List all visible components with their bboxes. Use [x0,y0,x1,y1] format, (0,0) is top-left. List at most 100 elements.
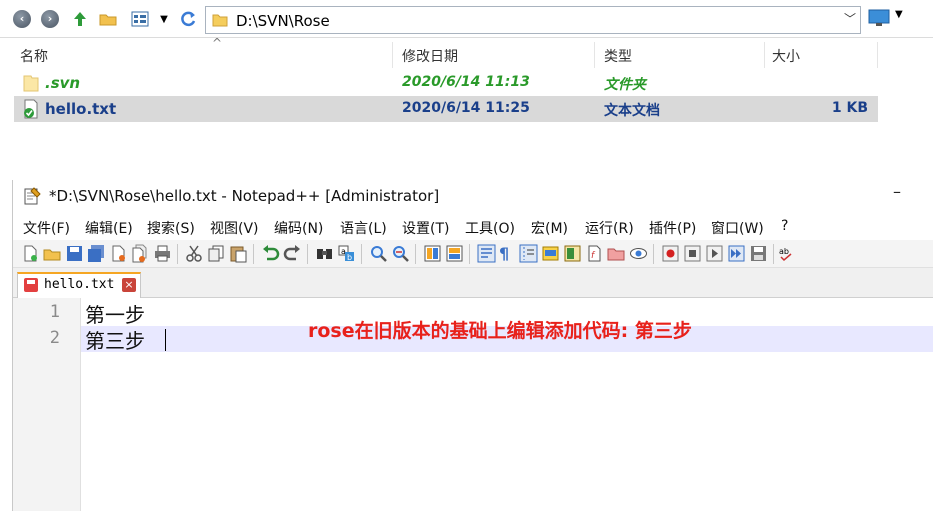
folder-icon [212,14,228,27]
user-defined-lang-icon[interactable] [541,244,560,263]
toolbar-separator [253,244,254,264]
save-all-icon[interactable] [87,244,106,263]
monitor-icon[interactable] [868,9,890,27]
svg-text:b: b [347,253,352,262]
toolbar-separator [307,244,308,264]
stop-macro-icon[interactable] [683,244,702,263]
file-type: 文本文档 [604,103,660,119]
file-row-hello[interactable]: hello.txt 2020/6/14 11:25 文本文档 1 KB [14,96,878,122]
open-file-icon[interactable] [43,244,62,263]
code-line[interactable]: 第一步 [85,299,145,328]
copy-icon[interactable] [207,244,226,263]
up-folder-button[interactable] [70,9,90,29]
up-arrow-icon [74,12,86,26]
view-grid-button[interactable] [130,9,150,29]
menu-search[interactable]: 搜索(S) [147,218,195,238]
new-file-icon[interactable] [21,244,40,263]
run-macro-multiple-icon[interactable] [727,244,746,263]
refresh-button[interactable] [178,9,198,29]
notepad-plus-plus-window: *D:\SVN\Rose\hello.txt - Notepad++ [Admi… [12,180,933,511]
file-date: 2020/6/14 11:13 [402,74,530,90]
new-folder-button[interactable] [98,9,118,29]
sync-vertical-icon[interactable] [423,244,442,263]
doc-map-icon[interactable] [563,244,582,263]
replace-icon[interactable]: ab [337,244,356,263]
column-date[interactable]: 修改日期 [402,46,458,66]
find-icon[interactable] [315,244,334,263]
menu-bar: 文件(F) 编辑(E) 搜索(S) 视图(V) 编码(N) 语言(L) 设置(T… [13,216,933,240]
folder-icon [99,14,117,26]
close-icon[interactable]: × [122,278,136,292]
redo-icon[interactable] [283,244,302,263]
record-macro-icon[interactable] [661,244,680,263]
toolbar-separator [177,244,178,264]
file-explorer: ‹ › ▼ D:\SVN\Rose ﹀ ▼ ^ 名称 修改日期 类型 大小 .s… [0,0,933,180]
line-number: 1 [49,302,60,322]
toolbar-separator [773,244,774,264]
menu-help[interactable]: ? [781,218,788,234]
toolbar-separator [415,244,416,264]
chevron-down-icon[interactable]: ▼ [895,9,903,20]
menu-run[interactable]: 运行(R) [585,218,634,238]
menu-macro[interactable]: 宏(M) [531,218,568,238]
folder-workspace-icon[interactable] [607,244,626,263]
back-button[interactable]: ‹ [12,9,32,29]
undo-icon[interactable] [261,244,280,263]
file-size: 1 KB [831,100,868,116]
line-number: 2 [49,328,60,348]
spell-check-icon[interactable]: ab [779,244,793,263]
column-name[interactable]: 名称 [20,46,48,66]
function-list-icon[interactable]: f [585,244,604,263]
menu-settings[interactable]: 设置(T) [402,218,449,238]
menu-view[interactable]: 视图(V) [210,218,259,238]
tab-hello-txt[interactable]: hello.txt × [17,272,141,299]
column-divider[interactable] [877,42,878,68]
text-caret [165,329,166,351]
menu-edit[interactable]: 编辑(E) [85,218,133,238]
toolbar-separator [361,244,362,264]
folder-icon [23,75,39,92]
code-line[interactable]: 第三步 [85,325,145,354]
file-name: hello.txt [45,100,117,118]
file-row-svn[interactable]: .svn 2020/6/14 11:13 文件夹 [14,70,878,96]
close-all-icon[interactable] [131,244,150,263]
menu-language[interactable]: 语言(L) [340,218,387,238]
column-divider[interactable] [594,42,595,68]
column-divider[interactable] [392,42,393,68]
column-type[interactable]: 类型 [604,46,632,66]
print-icon[interactable] [153,244,172,263]
explorer-toolbar: ‹ › ▼ D:\SVN\Rose ﹀ ▼ [0,0,933,38]
svg-text:ab: ab [779,247,789,256]
word-wrap-icon[interactable] [477,244,496,263]
save-macro-icon[interactable] [749,244,768,263]
forward-button[interactable]: › [40,9,60,29]
play-macro-icon[interactable] [705,244,724,263]
menu-plugins[interactable]: 插件(P) [649,218,696,238]
unsaved-file-icon [24,278,38,292]
show-all-chars-icon[interactable]: ¶ [499,244,518,263]
zoom-in-icon[interactable] [369,244,388,263]
menu-encoding[interactable]: 编码(N) [274,218,323,238]
menu-tools[interactable]: 工具(O) [465,218,515,238]
indent-guide-icon[interactable] [519,244,538,263]
address-bar[interactable]: D:\SVN\Rose ﹀ [205,6,861,34]
menu-file[interactable]: 文件(F) [23,218,70,238]
sync-horizontal-icon[interactable] [445,244,464,263]
tab-strip: hello.txt × [13,268,933,299]
paste-icon[interactable] [229,244,248,263]
menu-window[interactable]: 窗口(W) [711,218,764,238]
monitoring-eye-icon[interactable] [629,244,648,263]
title-bar[interactable]: *D:\SVN\Rose\hello.txt - Notepad++ [Admi… [13,180,933,212]
zoom-out-icon[interactable] [391,244,410,263]
notepad-icon [24,187,41,205]
file-list-header: ^ 名称 修改日期 类型 大小 [14,36,878,68]
column-size[interactable]: 大小 [772,46,800,66]
view-dropdown-icon[interactable]: ▼ [154,9,174,29]
text-editor[interactable]: 1 2 第一步 第三步 rose在旧版本的基础上编辑添加代码: 第三步 [13,298,933,511]
cut-icon[interactable] [185,244,204,263]
close-file-icon[interactable] [109,244,128,263]
column-divider[interactable] [764,42,765,68]
minimize-button[interactable]: – [893,182,901,201]
chevron-down-icon[interactable]: ﹀ [844,10,856,27]
save-icon[interactable] [65,244,84,263]
